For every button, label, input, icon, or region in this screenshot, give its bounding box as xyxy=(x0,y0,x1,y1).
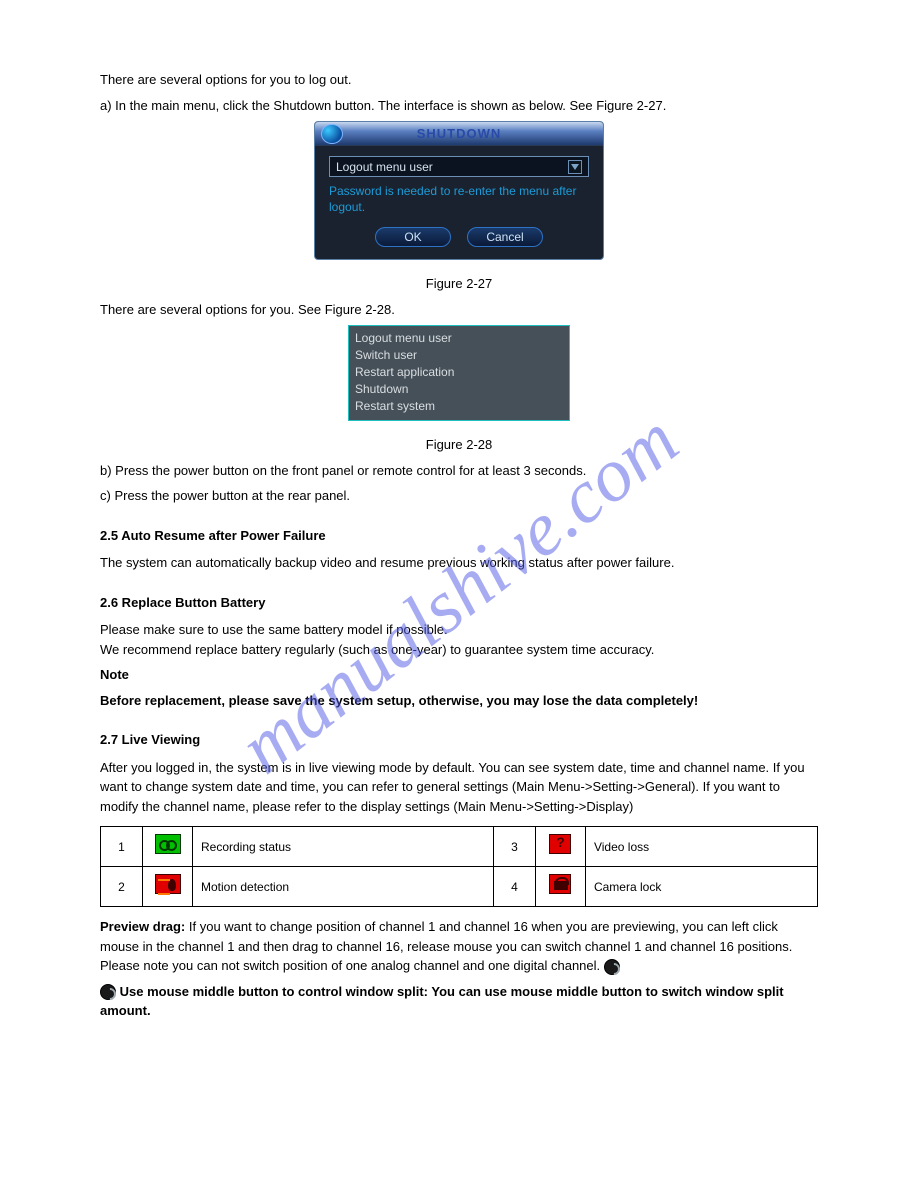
option-logout[interactable]: Logout menu user xyxy=(355,330,563,347)
cancel-button[interactable]: Cancel xyxy=(467,227,543,247)
middle-button-line: Use mouse middle button to control windo… xyxy=(100,982,818,1021)
resume-body: The system can automatically backup vide… xyxy=(100,553,818,573)
cell-icon-motion xyxy=(143,867,193,907)
preview-note: Please note you can not switch position … xyxy=(100,958,600,973)
shutdown-select-value: Logout menu user xyxy=(336,158,433,176)
via-rear-panel: c) Press the power button at the rear pa… xyxy=(100,486,818,506)
battery-body: Please make sure to use the same battery… xyxy=(100,620,818,659)
shutdown-title-text: SHUTDOWN xyxy=(417,124,502,144)
battery-note: Before replacement, please save the syst… xyxy=(100,691,818,711)
option-restart-system[interactable]: Restart system xyxy=(355,398,563,415)
cell-desc-motion: Motion detection xyxy=(193,867,494,907)
table-row: 2 Motion detection 4 Camera lock xyxy=(101,867,818,907)
section-replace-battery: 2.6 Replace Button Battery xyxy=(100,593,818,613)
options-list: Logout menu user Switch user Restart app… xyxy=(348,325,570,421)
recording-status-icon xyxy=(155,834,181,854)
shutdown-select[interactable]: Logout menu user xyxy=(329,156,589,177)
preview-drag-body: If you want to change position of channe… xyxy=(100,919,792,954)
option-shutdown[interactable]: Shutdown xyxy=(355,381,563,398)
section-auto-resume: 2.5 Auto Resume after Power Failure xyxy=(100,526,818,546)
video-loss-icon xyxy=(549,834,571,854)
cell-num-1: 1 xyxy=(101,827,143,867)
option-switch-user[interactable]: Switch user xyxy=(355,347,563,364)
dropdown-arrow-icon[interactable] xyxy=(568,160,582,174)
shutdown-body: Logout menu user Password is needed to r… xyxy=(315,146,603,259)
camera-lock-icon xyxy=(549,874,571,894)
cell-icon-recording xyxy=(143,827,193,867)
page: There are several options for you to log… xyxy=(0,0,918,1188)
preview-drag-prefix: Preview drag: xyxy=(100,919,185,934)
shutdown-buttons: OK Cancel xyxy=(329,227,589,247)
battery-note-label: Note xyxy=(100,665,818,685)
cell-num-4: 4 xyxy=(493,867,535,907)
intro-text: There are several options for you to log… xyxy=(100,70,818,90)
motion-detection-icon xyxy=(155,874,181,894)
cell-desc-recording: Recording status xyxy=(193,827,494,867)
cell-icon-videoloss xyxy=(535,827,585,867)
via-front-panel: b) Press the power button on the front p… xyxy=(100,461,818,481)
preview-drag-line: Preview drag: If you want to change posi… xyxy=(100,917,818,976)
figure-28-caption: Figure 2-28 xyxy=(100,435,818,455)
shutdown-titlebar: SHUTDOWN xyxy=(315,122,603,146)
status-table: 1 Recording status 3 Video loss 2 Motion… xyxy=(100,826,818,907)
audio-decode-icon-inline-2 xyxy=(100,984,116,1000)
middle-button-body: Use mouse middle button to control windo… xyxy=(100,984,784,1019)
shutdown-message: Password is needed to re-enter the menu … xyxy=(329,183,589,215)
dialog-orb-icon xyxy=(321,124,343,144)
cell-num-3: 3 xyxy=(493,827,535,867)
options-intro: There are several options for you. See F… xyxy=(100,300,818,320)
figure-27-caption: Figure 2-27 xyxy=(100,274,818,294)
option-restart-app[interactable]: Restart application xyxy=(355,364,563,381)
cell-num-2: 2 xyxy=(101,867,143,907)
section-live-viewing: 2.7 Live Viewing xyxy=(100,730,818,750)
cell-desc-lock: Camera lock xyxy=(585,867,817,907)
shutdown-dialog: SHUTDOWN Logout menu user Password is ne… xyxy=(314,121,604,260)
via-menu-text: a) In the main menu, click the Shutdown … xyxy=(100,96,818,116)
cell-desc-videoloss: Video loss xyxy=(585,827,817,867)
ok-button[interactable]: OK xyxy=(375,227,451,247)
live-intro: After you logged in, the system is in li… xyxy=(100,758,818,817)
cell-icon-lock xyxy=(535,867,585,907)
audio-decode-icon-inline-1 xyxy=(604,959,620,975)
table-row: 1 Recording status 3 Video loss xyxy=(101,827,818,867)
